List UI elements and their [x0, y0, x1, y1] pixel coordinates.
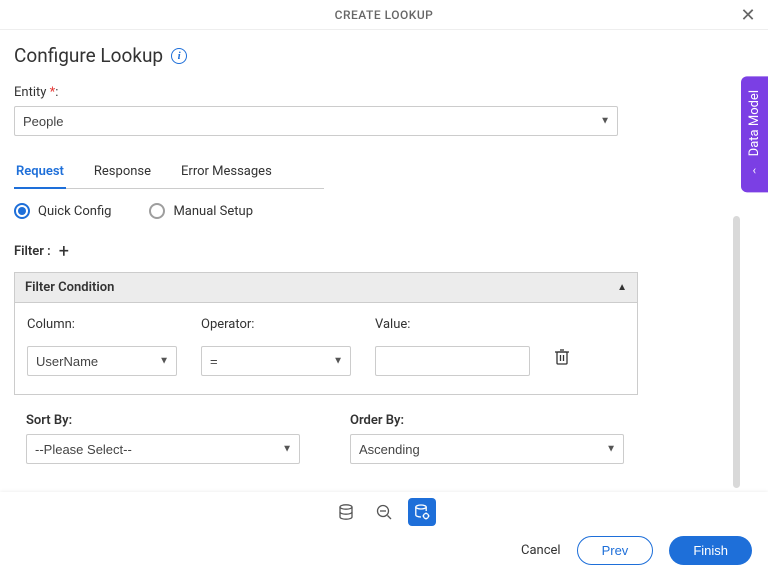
operator-select[interactable]: =	[201, 346, 351, 376]
footer: Cancel Prev Finish	[0, 492, 768, 574]
dialog-header: CREATE LOOKUP ✕	[0, 0, 768, 30]
order-by-label: Order By:	[350, 413, 624, 428]
tab-error-messages[interactable]: Error Messages	[179, 156, 274, 188]
database-icon[interactable]	[332, 498, 360, 526]
filter-operator-field: Operator: = ▼	[201, 317, 351, 376]
footer-toolbar	[0, 492, 768, 530]
radio-manual-setup[interactable]: Manual Setup	[149, 203, 253, 219]
close-icon[interactable]: ✕	[738, 5, 758, 26]
order-by-select[interactable]: Ascending	[350, 434, 624, 464]
database-settings-icon[interactable]	[408, 498, 436, 526]
filter-panel-header[interactable]: Filter Condition ▲	[15, 273, 637, 303]
value-input[interactable]	[375, 346, 530, 376]
cancel-button[interactable]: Cancel	[521, 543, 561, 558]
chevron-up-icon[interactable]: ▲	[617, 282, 627, 293]
filter-condition-panel: Filter Condition ▲ Column: UserName ▼ Op…	[14, 272, 638, 395]
column-label: Column:	[27, 317, 177, 332]
filter-panel-body: Column: UserName ▼ Operator: = ▼	[15, 303, 637, 394]
trash-icon	[554, 348, 570, 366]
sort-row: Sort By: --Please Select-- ▼ Order By: A…	[14, 413, 754, 464]
sort-by-label: Sort By:	[26, 413, 300, 428]
radio-label: Quick Config	[38, 204, 111, 219]
entity-field: Entity *: People ▼	[14, 85, 754, 136]
tab-request[interactable]: Request	[14, 156, 66, 189]
entity-select-wrap: People ▼	[14, 106, 618, 136]
prev-button[interactable]: Prev	[577, 536, 654, 565]
order-by-field: Order By: Ascending ▼	[350, 413, 624, 464]
main-content: Configure Lookup i Entity *: People ▼ Re…	[0, 30, 768, 490]
value-label: Value:	[375, 317, 530, 332]
filter-header: Filter : +	[14, 241, 754, 262]
footer-buttons: Cancel Prev Finish	[0, 530, 768, 571]
radio-label: Manual Setup	[173, 204, 253, 219]
filter-column-field: Column: UserName ▼	[27, 317, 177, 376]
config-mode-radios: Quick Config Manual Setup	[14, 203, 754, 219]
finish-button[interactable]: Finish	[669, 536, 752, 565]
plus-icon[interactable]: +	[59, 241, 69, 262]
page-title-row: Configure Lookup i	[14, 44, 754, 67]
filter-label: Filter :	[14, 244, 51, 259]
data-model-side-tab[interactable]: › Data Model	[741, 76, 768, 192]
scrollbar[interactable]	[733, 216, 740, 488]
delete-filter-button[interactable]	[554, 348, 570, 376]
side-tab-label: Data Model	[747, 90, 762, 156]
entity-label: Entity *:	[14, 85, 754, 100]
radio-quick-config[interactable]: Quick Config	[14, 203, 111, 219]
chevron-left-icon: ›	[753, 164, 757, 178]
entity-label-text: Entity	[14, 85, 46, 100]
zoom-out-icon[interactable]	[370, 498, 398, 526]
radio-icon	[149, 203, 165, 219]
info-icon[interactable]: i	[171, 48, 187, 64]
page-title: Configure Lookup	[14, 44, 163, 67]
filter-value-field: Value:	[375, 317, 530, 376]
sort-by-field: Sort By: --Please Select-- ▼	[26, 413, 300, 464]
dialog-title: CREATE LOOKUP	[335, 8, 434, 22]
radio-icon	[14, 203, 30, 219]
column-select[interactable]: UserName	[27, 346, 177, 376]
sort-by-select[interactable]: --Please Select--	[26, 434, 300, 464]
entity-select[interactable]: People	[14, 106, 618, 136]
tabs: Request Response Error Messages	[14, 156, 324, 189]
tab-response[interactable]: Response	[92, 156, 153, 188]
operator-label: Operator:	[201, 317, 351, 332]
filter-panel-title: Filter Condition	[25, 280, 114, 295]
